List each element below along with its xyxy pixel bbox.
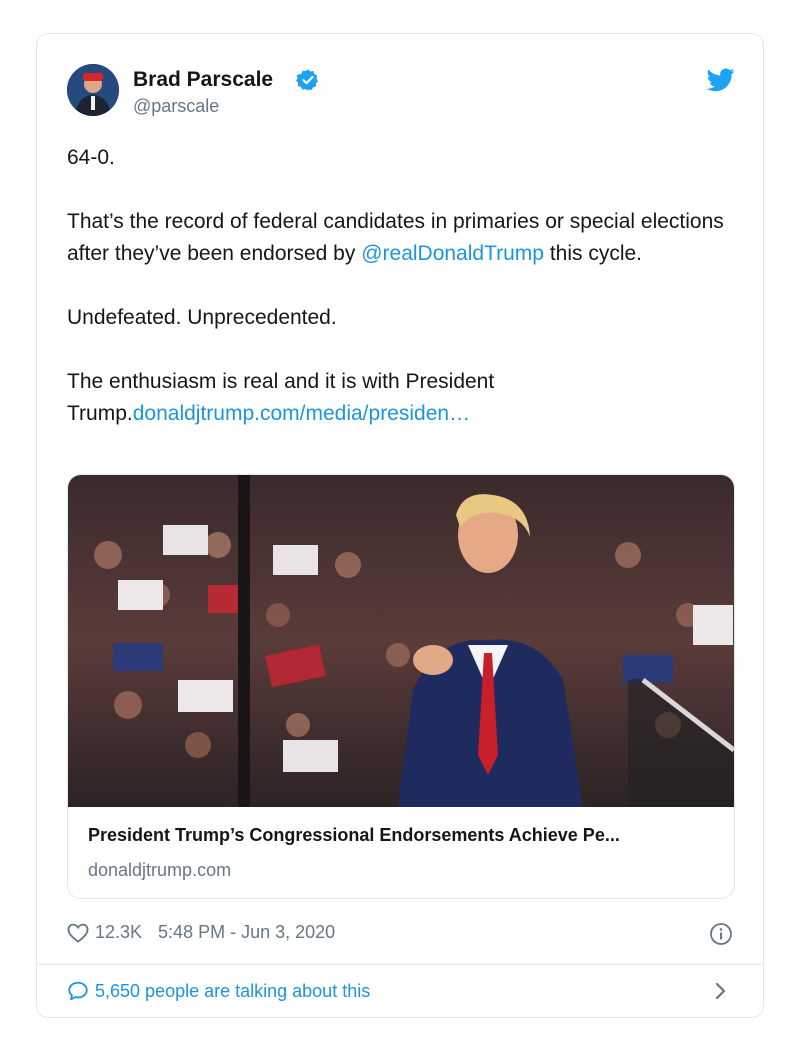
tweet-card: Brad Parscale @parscale 64-0. That’s the… bbox=[36, 33, 764, 1018]
text-segment: this cycle. bbox=[543, 242, 643, 265]
url-link[interactable]: donaldjtrump.com/media/presiden… bbox=[133, 402, 470, 425]
preview-photo bbox=[68, 475, 734, 807]
info-icon[interactable] bbox=[709, 922, 733, 946]
divider bbox=[37, 964, 763, 965]
chevron-right-icon[interactable] bbox=[713, 980, 729, 1002]
timestamp[interactable]: 5:48 PM - Jun 3, 2020 bbox=[158, 922, 335, 943]
comment-bubble-icon bbox=[68, 981, 88, 1001]
author-name[interactable]: Brad Parscale bbox=[133, 68, 273, 92]
verified-badge-icon bbox=[296, 69, 318, 91]
tweet-paragraph-2: That’s the record of federal candidates … bbox=[67, 206, 727, 270]
avatar-image bbox=[67, 64, 119, 116]
mention-link[interactable]: @realDonaldTrump bbox=[361, 242, 544, 265]
conversation-text: 5,650 people are talking about this bbox=[95, 980, 371, 1001]
twitter-bird-icon[interactable] bbox=[707, 68, 735, 92]
author-handle[interactable]: @parscale bbox=[133, 96, 219, 117]
conversation-link[interactable]: 5,650 people are talking about this bbox=[67, 980, 370, 1002]
tweet-text: 64-0. That’s the record of federal candi… bbox=[67, 142, 727, 462]
preview-domain: donaldjtrump.com bbox=[88, 860, 232, 880]
author-avatar[interactable] bbox=[67, 64, 119, 116]
preview-title: President Trump’s Congressional Endorsem… bbox=[88, 825, 620, 845]
tweet-paragraph-4: The enthusiasm is real and it is with Pr… bbox=[67, 366, 727, 430]
link-preview-card[interactable]: President Trump’s Congressional Endorsem… bbox=[67, 474, 735, 899]
like-count[interactable]: 12.3K bbox=[95, 922, 142, 943]
tweet-paragraph-1: 64-0. bbox=[67, 146, 115, 169]
heart-icon[interactable] bbox=[67, 923, 89, 943]
tweet-meta: 12.3K 5:48 PM - Jun 3, 2020 bbox=[67, 922, 335, 943]
tweet-paragraph-3: Undefeated. Unprecedented. bbox=[67, 306, 337, 329]
